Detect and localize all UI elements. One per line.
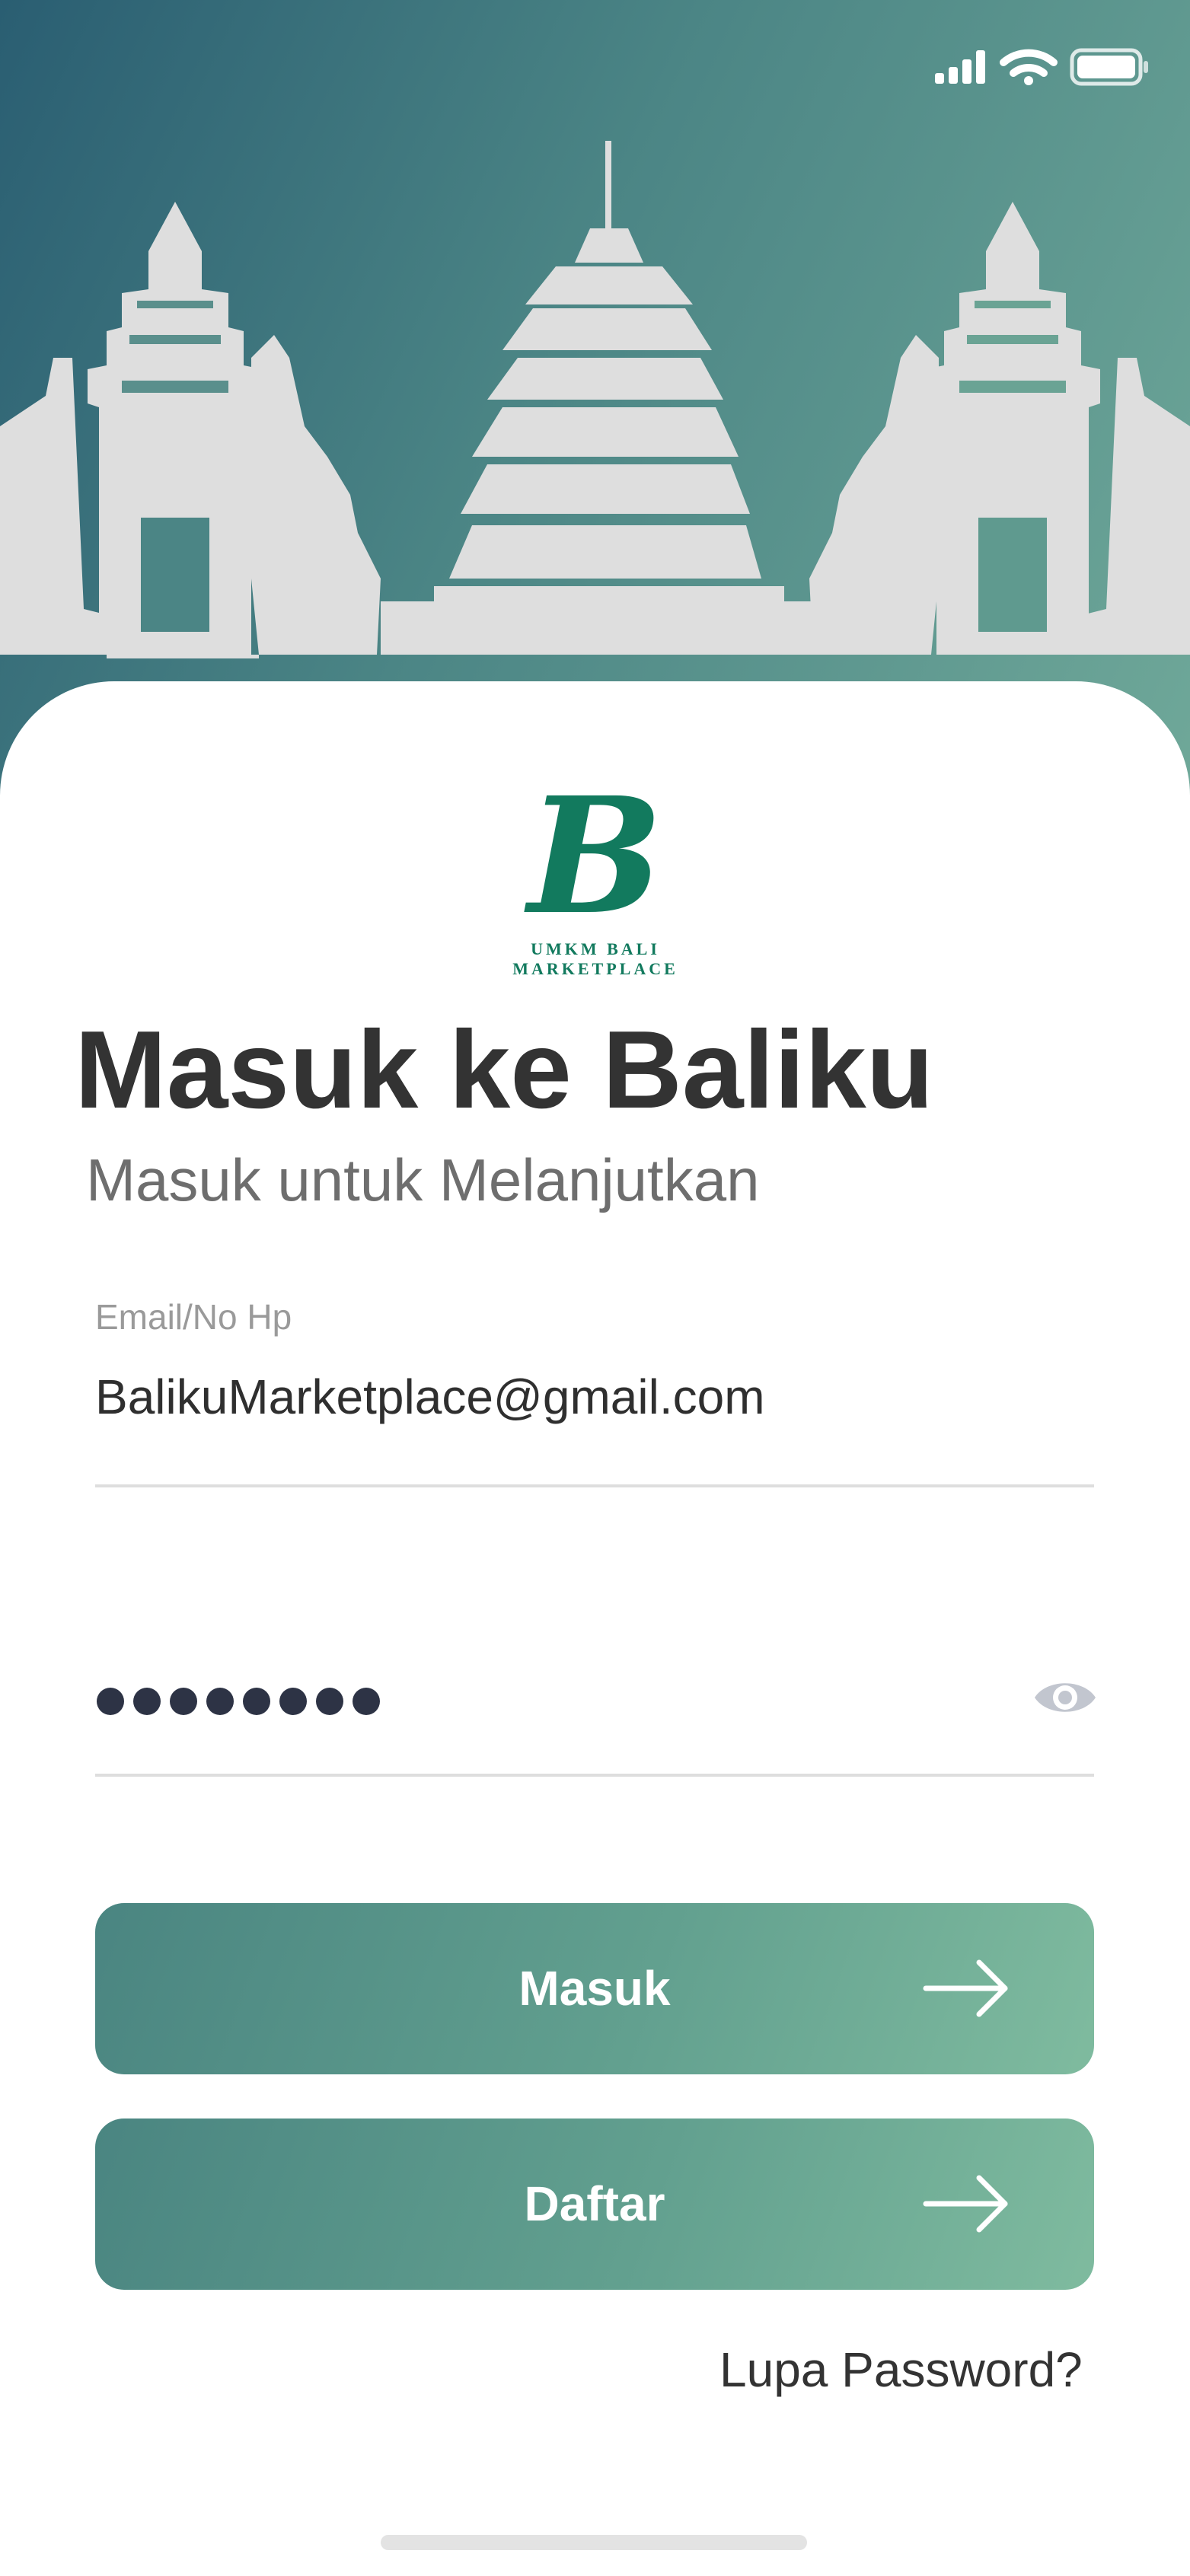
register-button[interactable]: Daftar [95,2119,1094,2290]
wifi-icon [1000,49,1058,85]
eye-icon[interactable] [1032,1671,1099,1724]
page-title: Masuk ke Baliku [75,1008,934,1131]
arrow-right-icon [923,2175,1008,2233]
password-underline [95,1774,1094,1777]
brand-logo: B UMKM BALI MARKETPLACE [446,762,745,979]
logo-letter: B [528,762,663,950]
login-button[interactable]: Masuk [95,1903,1094,2074]
password-field[interactable] [95,1671,400,1732]
home-indicator[interactable] [381,2535,807,2550]
status-bar [935,48,1148,86]
battery-icon [1070,48,1148,86]
logo-caption: UMKM BALI MARKETPLACE [512,939,678,978]
email-underline [95,1484,1094,1487]
forgot-password-link[interactable]: Lupa Password? [719,2335,1083,2404]
email-field[interactable]: BalikuMarketplace@gmail.com [95,1363,765,1431]
hero-header [0,0,1190,799]
arrow-right-icon [923,1959,1008,2017]
page-subtitle: Masuk untuk Melanjutkan [86,1146,760,1213]
email-field-label: Email/No Hp [95,1297,292,1337]
signal-icon [935,50,985,84]
